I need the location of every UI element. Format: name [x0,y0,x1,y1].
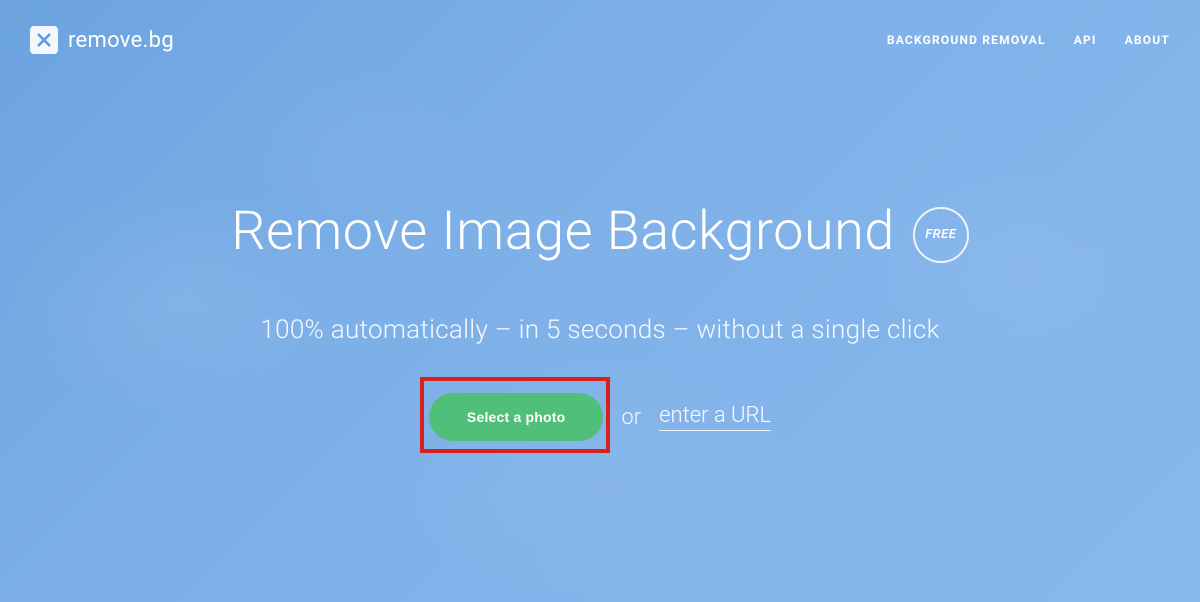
logo-x-icon [30,26,58,54]
header: remove.bg BACKGROUND REMOVAL API ABOUT [0,0,1200,80]
hero-subtitle: 100% automatically – in 5 seconds – with… [0,315,1200,345]
nav-background-removal[interactable]: BACKGROUND REMOVAL [887,33,1046,47]
nav-about[interactable]: ABOUT [1125,33,1170,47]
enter-url-link[interactable]: enter a URL [659,403,771,431]
logo[interactable]: remove.bg [30,26,174,54]
cta-row: Select a photo or enter a URL [0,393,1200,441]
logo-text: remove.bg [68,28,174,53]
main-nav: BACKGROUND REMOVAL API ABOUT [887,33,1170,47]
free-badge: FREE [913,207,969,263]
hero-title: Remove Image Background [231,200,895,263]
hero-section: Remove Image Background FREE 100% automa… [0,200,1200,441]
title-row: Remove Image Background FREE [0,200,1200,263]
or-separator: or [621,405,641,430]
select-photo-button[interactable]: Select a photo [429,393,603,441]
nav-api[interactable]: API [1074,33,1097,47]
